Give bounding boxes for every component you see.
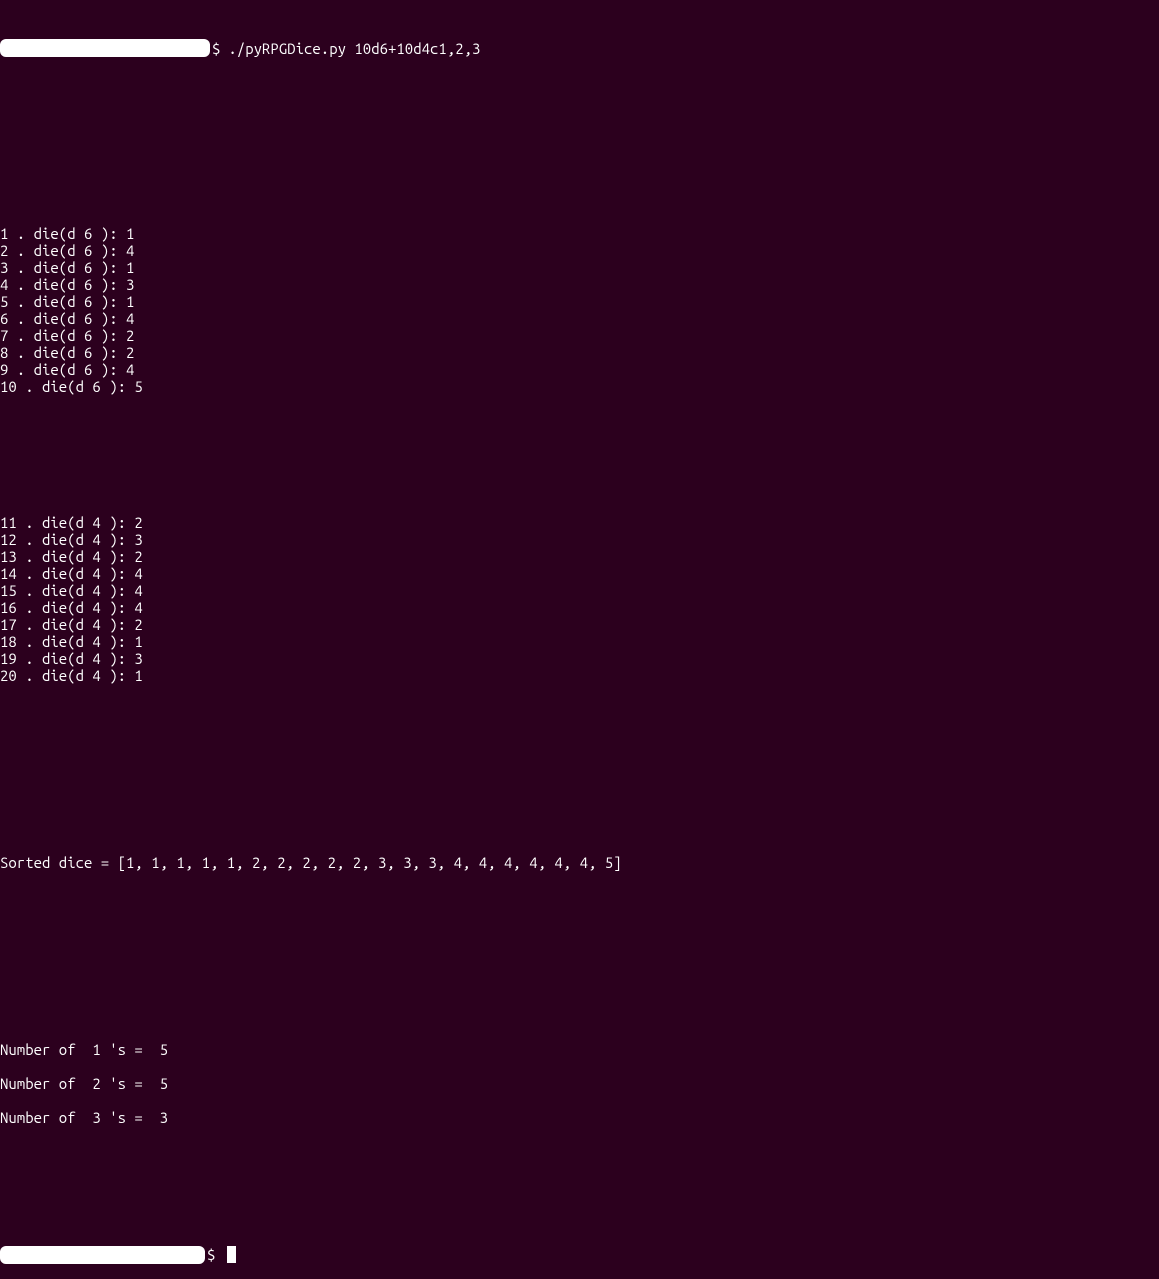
d6-rolls-block: 1 . die(d 6 ): 12 . die(d 6 ): 43 . die(…	[0, 225, 1159, 395]
count-line: Number of 1 's = 5	[0, 1041, 1159, 1058]
blank-line	[0, 922, 1159, 939]
die-roll-line: 7 . die(d 6 ): 2	[0, 327, 1159, 344]
prompt-line-top: $ ./pyRPGDice.py 10d6+10d4c1,2,3	[0, 34, 1159, 54]
prompt-line-bottom: $	[0, 1245, 1159, 1262]
terminal-window[interactable]: $ ./pyRPGDice.py 10d6+10d4c1,2,3 1 . die…	[0, 0, 1159, 1279]
counts-block: Number of 1 's = 5 Number of 2 's = 5 Numb…	[0, 1041, 1159, 1126]
die-roll-line: 9 . die(d 6 ): 4	[0, 361, 1159, 378]
prompt-symbol: $	[207, 1246, 215, 1263]
die-roll-line: 13 . die(d 4 ): 2	[0, 548, 1159, 565]
blank-line	[0, 1092, 1159, 1109]
die-roll-line: 17 . die(d 4 ): 2	[0, 616, 1159, 633]
sorted-dice-line: Sorted dice = [1, 1, 1, 1, 1, 2, 2, 2, 2…	[0, 854, 1159, 871]
die-roll-line: 6 . die(d 6 ): 4	[0, 310, 1159, 327]
blank-line	[0, 786, 1159, 803]
die-roll-line: 2 . die(d 6 ): 4	[0, 242, 1159, 259]
count-line: Number of 3 's = 3	[0, 1109, 1159, 1126]
die-roll-line: 10 . die(d 6 ): 5	[0, 378, 1159, 395]
die-roll-line: 16 . die(d 4 ): 4	[0, 599, 1159, 616]
prompt-symbol: $	[212, 40, 220, 57]
blank-line	[0, 157, 1159, 174]
blank-line	[0, 1177, 1159, 1194]
die-roll-line: 11 . die(d 4 ): 2	[0, 514, 1159, 531]
blank-line	[0, 1058, 1159, 1075]
blank-line	[0, 973, 1159, 990]
terminal-cursor[interactable]	[227, 1246, 236, 1263]
die-roll-line: 1 . die(d 6 ): 1	[0, 225, 1159, 242]
die-roll-line: 20 . die(d 4 ): 1	[0, 667, 1159, 684]
redacted-user-host	[0, 1246, 205, 1264]
die-roll-line: 14 . die(d 4 ): 4	[0, 565, 1159, 582]
redacted-user-host	[0, 39, 210, 57]
die-roll-line: 3 . die(d 6 ): 1	[0, 259, 1159, 276]
blank-line	[0, 446, 1159, 463]
blank-line	[0, 105, 1159, 123]
die-roll-line: 8 . die(d 6 ): 2	[0, 344, 1159, 361]
die-roll-line: 5 . die(d 6 ): 1	[0, 293, 1159, 310]
d4-rolls-block: 11 . die(d 4 ): 212 . die(d 4 ): 313 . d…	[0, 514, 1159, 684]
die-roll-line: 15 . die(d 4 ): 4	[0, 582, 1159, 599]
die-roll-line: 19 . die(d 4 ): 3	[0, 650, 1159, 667]
die-roll-line: 12 . die(d 4 ): 3	[0, 531, 1159, 548]
command-text: ./pyRPGDice.py 10d6+10d4c1,2,3	[228, 40, 480, 57]
count-line: Number of 2 's = 5	[0, 1075, 1159, 1092]
blank-line	[0, 735, 1159, 752]
die-roll-line: 18 . die(d 4 ): 1	[0, 633, 1159, 650]
die-roll-line: 4 . die(d 6 ): 3	[0, 276, 1159, 293]
